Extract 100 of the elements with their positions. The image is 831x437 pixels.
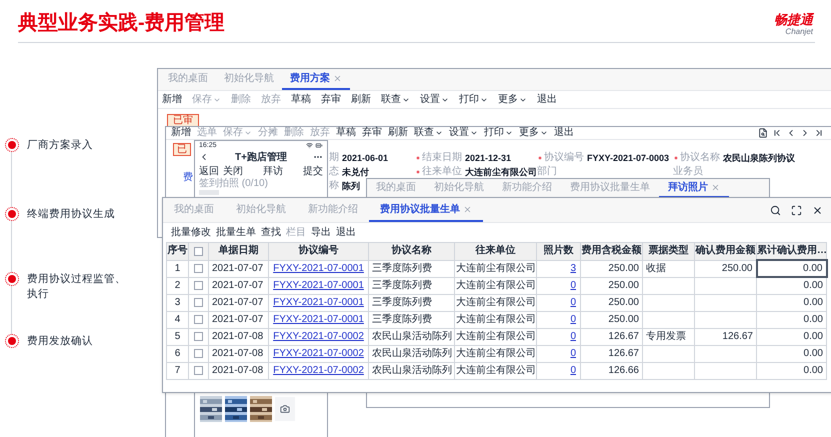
toolbar-button[interactable]: 批量生单: [216, 225, 256, 240]
table-cell: 大连前尘有限公司: [454, 277, 536, 294]
toolbar-button[interactable]: 更多: [498, 92, 527, 107]
photo-count-link[interactable]: 0: [570, 365, 576, 376]
select-all-checkbox[interactable]: [194, 246, 203, 256]
photo-count-link[interactable]: 0: [570, 297, 576, 308]
table-cell: 大连前尘有限公司: [454, 260, 536, 277]
table-cell: 0.00: [756, 294, 826, 311]
tab[interactable]: 费用方案: [282, 69, 350, 90]
battery-icon: [315, 142, 323, 149]
field-value: 大连前尘有限公司: [465, 166, 537, 178]
table-cell: 250.00: [580, 277, 642, 294]
visit-button[interactable]: 拜访: [263, 164, 283, 178]
toolbar-button[interactable]: 联查: [414, 127, 443, 139]
toolbar-button[interactable]: 导出: [311, 225, 331, 240]
slide-title: 典型业务实践-费用管理: [18, 10, 225, 36]
toolbar-button[interactable]: 新增: [171, 127, 191, 139]
timeline-dot: [5, 334, 19, 348]
first-icon[interactable]: [772, 128, 782, 138]
field-label: 协议编号: [537, 152, 584, 164]
toolbar-button[interactable]: 草稿: [336, 127, 356, 139]
logo-name: 畅捷通: [774, 13, 813, 27]
table-cell: 6: [166, 345, 188, 362]
field-label: 业务员: [673, 166, 703, 178]
table-cell: 0.00: [756, 362, 826, 379]
row-checkbox[interactable]: [194, 349, 203, 358]
search-icon[interactable]: [770, 204, 781, 216]
table-cell: 2021-07-07: [208, 311, 268, 328]
photo-count-link[interactable]: 3: [570, 263, 576, 274]
status-badge: 已: [173, 143, 191, 156]
table-cell: 大连前尘有限公司: [454, 345, 536, 362]
row-checkbox[interactable]: [194, 298, 203, 307]
table-cell: 大连前尘有限公司: [454, 294, 536, 311]
column-header: 序号: [166, 242, 188, 260]
toolbar-button[interactable]: 打印: [484, 127, 513, 139]
section-label: 签到拍照 (0/10): [198, 178, 269, 190]
toolbar-button[interactable]: 退出: [537, 92, 557, 107]
photo-count-link[interactable]: 0: [570, 331, 576, 342]
photo-count-link[interactable]: 0: [570, 348, 576, 359]
side-link[interactable]: 费: [183, 172, 193, 183]
nav-button[interactable]: 关闭: [223, 164, 243, 178]
toolbar-button[interactable]: 草稿: [291, 92, 311, 107]
cell-input[interactable]: 0.00: [756, 260, 826, 277]
required-icon: [673, 155, 679, 161]
table-cell: 大连前尘有限公司: [454, 328, 536, 345]
photo-count-link[interactable]: 0: [570, 280, 576, 291]
table-cell: 7: [166, 362, 188, 379]
nav-button[interactable]: 返回: [199, 164, 219, 178]
column-header: 累计确认费用…: [756, 242, 826, 260]
toolbar-button[interactable]: 设置: [449, 127, 478, 139]
toolbar-button[interactable]: 弃审: [362, 127, 382, 139]
timeline-dot: [5, 207, 19, 221]
caret-icon: [435, 129, 443, 137]
row-checkbox[interactable]: [194, 332, 203, 341]
toolbar-button[interactable]: 联查: [381, 92, 410, 107]
column-header: 协议编号: [268, 242, 368, 260]
table-cell: 三季度陈列费: [368, 311, 454, 328]
toolbar-button[interactable]: 退出: [554, 127, 574, 139]
field-label: 称: [329, 180, 339, 192]
toolbar-button[interactable]: 刷新: [351, 92, 371, 107]
expand-icon[interactable]: [791, 204, 802, 216]
camera-button[interactable]: [275, 397, 295, 421]
field-value: 农民山泉陈列协议: [723, 152, 795, 164]
table-cell: 0.00: [756, 277, 826, 294]
timeline-label: 终端费用协议生成: [27, 207, 116, 222]
toolbar-button[interactable]: 刷新: [388, 127, 408, 139]
row-checkbox[interactable]: [194, 281, 203, 290]
table-cell: 4: [166, 311, 188, 328]
toolbar-button[interactable]: 弃审: [321, 92, 341, 107]
row-checkbox[interactable]: [194, 315, 203, 324]
submit-button[interactable]: 提交: [303, 164, 323, 178]
close-icon[interactable]: [812, 204, 823, 216]
row-checkbox[interactable]: [194, 366, 203, 375]
locate-icon[interactable]: [758, 128, 768, 138]
timeline-label: 费用发放确认: [27, 334, 94, 349]
table-cell: 5: [166, 328, 188, 345]
toolbar-button[interactable]: 查找: [261, 225, 281, 240]
toolbar-button[interactable]: 打印: [459, 92, 488, 107]
toolbar-button[interactable]: 新增: [162, 92, 182, 107]
caret-icon: [540, 129, 548, 137]
toolbar-button[interactable]: 设置: [420, 92, 449, 107]
required-icon: [415, 155, 421, 161]
field-label: 往来单位: [415, 166, 462, 178]
photo-count-link[interactable]: 0: [570, 314, 576, 325]
toolbar-button[interactable]: 批量修改: [171, 225, 211, 240]
table-cell: 0.00: [756, 345, 826, 362]
toolbar-button[interactable]: 退出: [336, 225, 356, 240]
caret-icon: [470, 129, 478, 137]
field-value: FYXY-2021-07-0003: [587, 152, 670, 164]
row-checkbox[interactable]: [194, 264, 203, 273]
field-label: 部门: [537, 166, 557, 178]
table-cell: 0.00: [756, 311, 826, 328]
table-cell: 农民山泉活动陈列: [368, 362, 454, 379]
last-icon[interactable]: [814, 128, 824, 138]
tab[interactable]: 费用协议批量生单: [369, 198, 483, 222]
logo-latin: Chanjet: [785, 27, 813, 36]
column-header: 单据日期: [208, 242, 268, 260]
required-icon: [537, 155, 543, 161]
camera-icon: [280, 404, 290, 414]
toolbar-button[interactable]: 更多: [519, 127, 548, 139]
